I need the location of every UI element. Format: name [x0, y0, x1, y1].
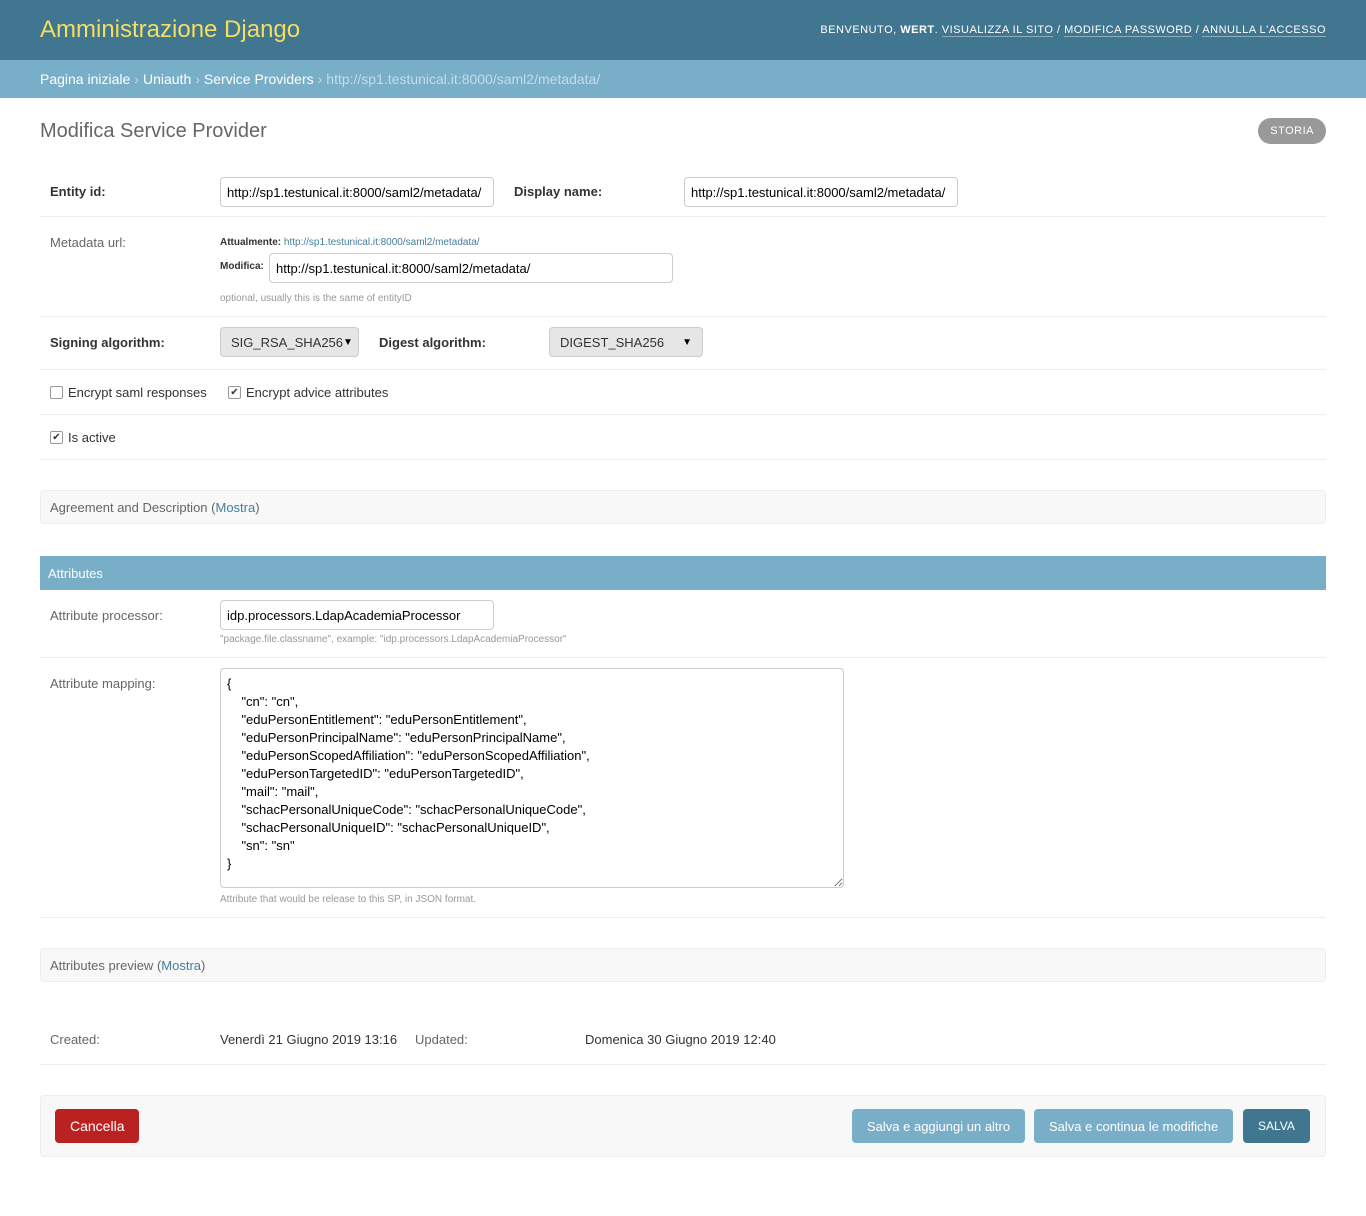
display-name-input[interactable]: [684, 177, 958, 207]
agreement-fieldset-title: Agreement and Description: [50, 499, 208, 515]
welcome-text: Benvenuto,: [820, 24, 897, 36]
metadata-url-label: Metadata url:: [50, 235, 126, 250]
row-divider: [40, 657, 1326, 658]
encrypt-advice-attributes-checkbox[interactable]: ✔: [228, 386, 241, 399]
delete-button[interactable]: Cancella: [55, 1109, 140, 1143]
save-button[interactable]: Salva: [1243, 1109, 1310, 1143]
breadcrumb-current: http://sp1.testunical.it:8000/saml2/meta…: [326, 71, 601, 87]
encrypt-saml-responses-label[interactable]: Encrypt saml responses: [68, 385, 207, 400]
attribute-processor-input[interactable]: [220, 600, 494, 630]
agreement-fieldset: Agreement and Description (Mostra): [40, 490, 1326, 524]
encrypt-saml-responses-checkbox[interactable]: [50, 386, 63, 399]
row-divider: [40, 414, 1326, 415]
metadata-url-current: Attualmente: http://sp1.testunical.it:80…: [220, 237, 480, 248]
save-continue-button[interactable]: Salva e continua le modifiche: [1034, 1109, 1234, 1143]
signing-algorithm-select[interactable]: SIG_RSA_SHA256 ▼: [220, 327, 359, 357]
digest-algorithm-label: Digest algorithm:: [379, 335, 486, 350]
breadcrumb-separator: ›: [134, 71, 139, 87]
breadcrumb-model[interactable]: Service Providers: [204, 71, 314, 87]
save-add-another-button[interactable]: Salva e aggiungi un altro: [852, 1109, 1026, 1143]
attribute-processor-help: "package.file.classname", example: "idp.…: [220, 634, 567, 645]
breadcrumb-app[interactable]: Uniauth: [143, 71, 191, 87]
metadata-url-help: optional, usually this is the same of en…: [220, 293, 412, 304]
attributes-fieldset-header: Attributes: [40, 556, 1326, 590]
metadata-url-current-label: Attualmente:: [220, 237, 282, 248]
row-divider: [40, 316, 1326, 317]
updated-label: Updated:: [415, 1032, 468, 1047]
row-divider: [40, 369, 1326, 370]
attribute-mapping-textarea[interactable]: { "cn": "cn", "eduPersonEntitlement": "e…: [220, 668, 844, 888]
attributes-preview-fieldset: Attributes preview (Mostra): [40, 948, 1326, 982]
is-active-checkbox[interactable]: ✔: [50, 431, 63, 444]
view-site-link[interactable]: Visualizza il sito: [941, 24, 1054, 37]
updated-value: Domenica 30 Giugno 2019 12:40: [585, 1032, 776, 1047]
signing-algorithm-label: Signing algorithm:: [50, 335, 165, 350]
chevron-down-icon: ▼: [682, 336, 692, 348]
attributes-fieldset-title: Attributes: [48, 565, 103, 581]
attribute-mapping-label: Attribute mapping:: [50, 676, 156, 691]
chevron-down-icon: ▼: [343, 336, 353, 348]
metadata-url-current-link[interactable]: http://sp1.testunical.it:8000/saml2/meta…: [284, 237, 480, 248]
content: Modifica Service Provider Storia Entity …: [0, 98, 1366, 1216]
breadcrumb: Pagina iniziale › Uniauth › Service Prov…: [0, 60, 1366, 98]
attributes-preview-title: Attributes preview: [50, 957, 154, 973]
page-title: Modifica Service Provider: [40, 120, 267, 142]
breadcrumb-home[interactable]: Pagina iniziale: [40, 71, 130, 87]
row-divider: [40, 1064, 1326, 1065]
admin-header: Amministrazione Django Benvenuto, wert. …: [0, 0, 1366, 60]
metadata-url-input[interactable]: [269, 253, 673, 283]
breadcrumb-separator: ›: [317, 71, 323, 87]
digest-algorithm-select[interactable]: DIGEST_SHA256 ▼: [549, 327, 703, 357]
digest-algorithm-value: DIGEST_SHA256: [560, 334, 665, 350]
attribute-mapping-help: Attribute that would be release to this …: [220, 894, 477, 905]
created-value: Venerdì 21 Giugno 2019 13:16: [220, 1032, 398, 1047]
row-divider: [40, 459, 1326, 460]
site-name[interactable]: Amministrazione Django: [40, 16, 300, 44]
username: wert: [900, 24, 935, 36]
history-button-label: Storia: [1270, 125, 1314, 137]
logout-link[interactable]: Annulla l'accesso: [1202, 24, 1326, 37]
entity-id-label: Entity id:: [50, 184, 106, 199]
metadata-url-change-label: Modifica:: [220, 261, 264, 272]
change-password-link[interactable]: Modifica password: [1064, 24, 1193, 37]
created-label: Created:: [50, 1032, 100, 1047]
submit-row: Cancella Salva e aggiungi un altro Salva…: [40, 1095, 1326, 1157]
history-button[interactable]: Storia: [1258, 118, 1326, 144]
attribute-processor-label: Attribute processor:: [50, 608, 163, 623]
agreement-show-toggle[interactable]: Mostra: [215, 500, 255, 515]
row-divider: [40, 216, 1326, 217]
is-active-label[interactable]: Is active: [68, 430, 116, 445]
breadcrumb-separator: ›: [195, 71, 200, 87]
entity-id-input[interactable]: [220, 177, 494, 207]
display-name-label: Display name:: [514, 184, 603, 199]
row-divider: [40, 917, 1326, 918]
signing-algorithm-value: SIG_RSA_SHA256: [231, 334, 344, 350]
attributes-preview-show-toggle[interactable]: Mostra: [161, 958, 201, 973]
user-tools: Benvenuto, wert. Visualizza il sito / Mo…: [820, 24, 1326, 37]
encrypt-advice-attributes-label[interactable]: Encrypt advice attributes: [246, 385, 388, 400]
